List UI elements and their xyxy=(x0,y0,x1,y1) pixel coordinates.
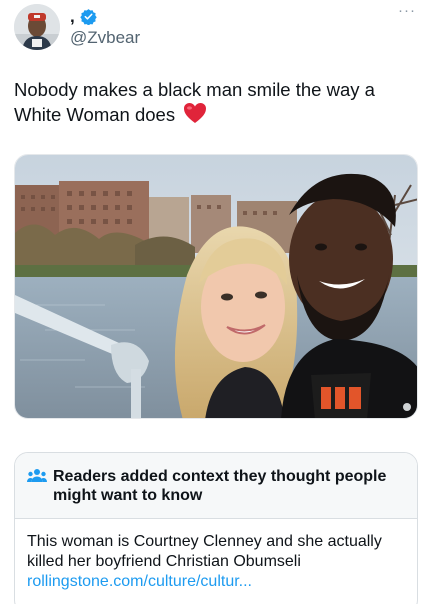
community-note-header: Readers added context they thought peopl… xyxy=(15,453,417,519)
tweet-header: , @Zvbear ··· xyxy=(14,3,418,52)
community-note-text: This woman is Courtney Clenney and she a… xyxy=(27,533,382,570)
avatar[interactable] xyxy=(14,4,60,50)
tweet-text: Nobody makes a black man smile the way a… xyxy=(14,77,414,127)
couple-selfie-photo[interactable] xyxy=(14,154,418,419)
display-name[interactable]: , xyxy=(70,7,75,27)
more-options-icon[interactable]: ··· xyxy=(396,3,418,20)
community-note-body: This woman is Courtney Clenney and she a… xyxy=(15,519,417,592)
community-note-link[interactable]: rollingstone.com/culture/cultur... xyxy=(27,572,405,592)
verified-badge-icon xyxy=(80,8,97,26)
red-heart-icon xyxy=(183,102,207,124)
community-note: Readers added context they thought peopl… xyxy=(14,452,418,604)
handle[interactable]: @Zvbear xyxy=(70,28,140,48)
people-icon xyxy=(27,468,47,484)
community-note-title: Readers added context they thought peopl… xyxy=(53,468,387,504)
